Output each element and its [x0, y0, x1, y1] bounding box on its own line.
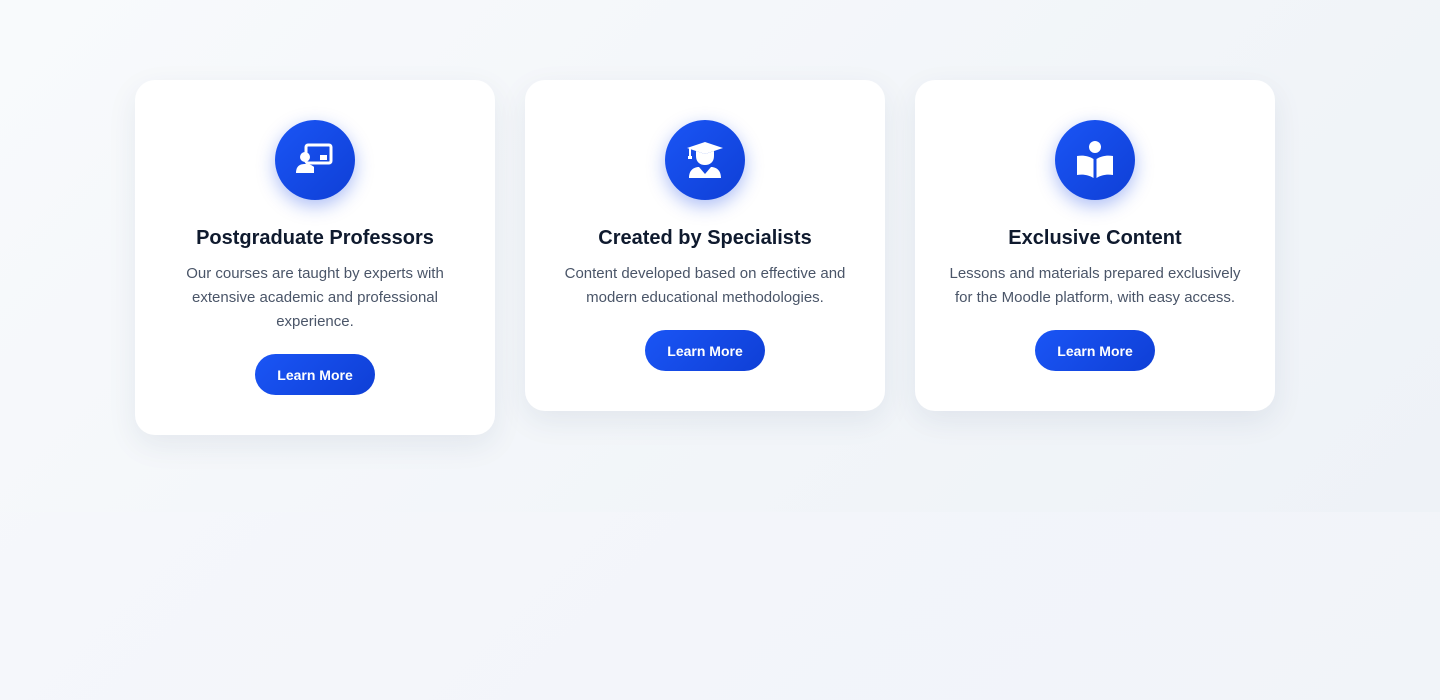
- feature-cards: Postgraduate Professors Our courses are …: [135, 80, 1275, 435]
- feature-title: Created by Specialists: [598, 227, 812, 249]
- feature-title: Exclusive Content: [1008, 227, 1182, 249]
- learn-more-button[interactable]: Learn More: [255, 354, 375, 395]
- feature-description: Content developed based on effective and…: [564, 265, 846, 306]
- feature-card-professors: Postgraduate Professors Our courses are …: [135, 80, 495, 435]
- teacher-board-icon: [275, 120, 355, 200]
- features-section: Postgraduate Professors Our courses are …: [0, 0, 1440, 512]
- feature-card-exclusive: Exclusive Content Lessons and materials …: [915, 80, 1275, 411]
- feature-card-specialists: Created by Specialists Content developed…: [525, 80, 885, 411]
- book-reader-icon: [1055, 120, 1135, 200]
- feature-description: Lessons and materials prepared exclusive…: [949, 265, 1241, 306]
- learn-more-button[interactable]: Learn More: [645, 330, 765, 371]
- feature-description: Our courses are taught by experts with e…: [186, 265, 444, 330]
- graduate-icon: [665, 120, 745, 200]
- learn-more-button[interactable]: Learn More: [1035, 330, 1155, 371]
- feature-title: Postgraduate Professors: [196, 227, 434, 249]
